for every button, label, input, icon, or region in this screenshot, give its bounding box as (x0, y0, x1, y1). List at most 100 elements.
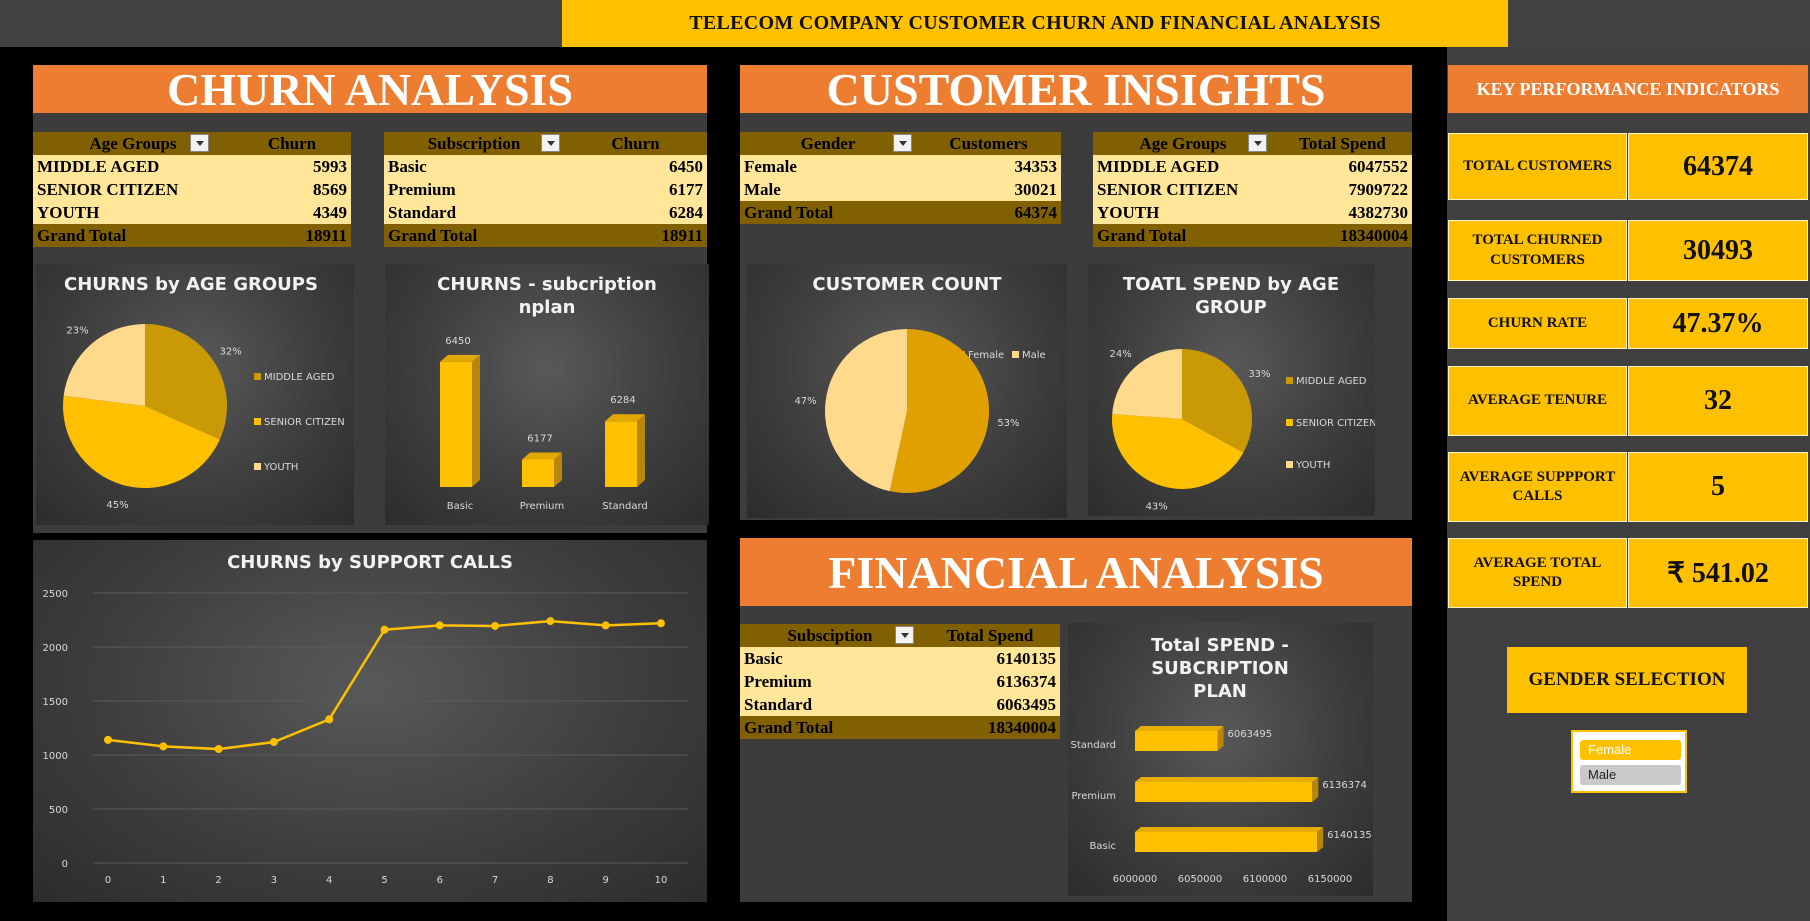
kpi-value: ₹ 541.02 (1628, 538, 1808, 608)
filter-dropdown-icon[interactable] (541, 134, 560, 152)
legend-swatch (254, 418, 261, 425)
filter-dropdown-icon[interactable] (895, 626, 914, 644)
gender-table: Gender Customers Female 34353 Male 30021 G… (740, 132, 1061, 224)
chart-svg: CUSTOMER COUNT 53% 47% Female Male (794, 274, 1046, 493)
x-tick-label: 6 (437, 875, 443, 886)
pivot-table: Age Groups Total Spend MIDDLE AGED 604755… (1093, 132, 1412, 247)
bar (1135, 731, 1218, 751)
row-value: 8569 (233, 178, 351, 201)
chart-title: GROUP (1195, 297, 1267, 318)
legend-swatch (254, 373, 261, 380)
total-label: Grand Total (740, 201, 916, 224)
col-header: Customers (916, 132, 1061, 155)
legend-label: Female (968, 350, 1004, 361)
data-point (159, 742, 168, 751)
row-label: Basic (384, 155, 564, 178)
kpi-title: KEY PERFORMANCE INDICATORS (1448, 65, 1808, 113)
x-tick-label: 0 (105, 875, 111, 886)
financial-analysis-title: FINANCIAL ANALYSIS (740, 538, 1412, 606)
data-point (325, 715, 334, 724)
x-tick-label: Basic (447, 501, 473, 512)
legend-swatch (254, 463, 261, 470)
legend-label: Male (1022, 350, 1046, 361)
kpi-label: TOTAL CUSTOMERS (1448, 133, 1627, 200)
legend-swatch (1286, 419, 1293, 426)
kpi-label: AVERAGE TOTAL SPEND (1448, 538, 1627, 608)
row-label: Female (740, 155, 916, 178)
slicer-option-female[interactable]: Female (1580, 740, 1681, 760)
y-tick-label: Premium (1072, 791, 1117, 802)
data-point (435, 621, 444, 630)
chart-title: CHURNS - subcription (437, 274, 657, 295)
y-tick-label: 1000 (43, 751, 68, 762)
pivot-table: Gender Customers Female 34353 Male 30021 G… (740, 132, 1061, 224)
col-header: Total Spend (920, 624, 1060, 647)
y-tick-label: Basic (1090, 841, 1116, 852)
row-value: 7909722 (1273, 178, 1412, 201)
pivot-table: Subsciption Total Spend Basic 6140135 Pre… (740, 624, 1060, 739)
kpi-label: AVERAGE TENURE (1448, 366, 1627, 436)
legend-label: SENIOR CITIZEN (264, 417, 345, 428)
series-line (107, 619, 662, 751)
filter-dropdown-icon[interactable] (1248, 134, 1267, 152)
bar (1135, 832, 1318, 852)
bar (440, 361, 472, 487)
row-label: Standard (740, 693, 920, 716)
support-calls-line-chart: CHURNS by SUPPORT CALLS 0 500 1000 1500 2000 2… (33, 540, 707, 902)
bar-side (637, 414, 645, 487)
legend-swatch (1286, 461, 1293, 468)
data-label: 33% (1248, 369, 1270, 380)
filter-dropdown-icon[interactable] (893, 134, 912, 152)
gender-selection-button[interactable]: GENDER SELECTION (1507, 647, 1747, 713)
legend-label: SENIOR CITIZEN (1296, 418, 1375, 429)
col-header: Subsciption (787, 625, 873, 645)
bar-top (1135, 827, 1324, 832)
total-label: Grand Total (740, 716, 920, 739)
row-value: 4349 (233, 201, 351, 224)
row-label: Standard (384, 201, 564, 224)
kpi-label: TOTAL CHURNED CUSTOMERS (1448, 220, 1627, 281)
chart-title: Total SPEND - (1151, 635, 1289, 656)
row-value: 34353 (916, 155, 1061, 178)
legend-swatch (1286, 377, 1293, 384)
row-value: 30021 (916, 178, 1061, 201)
slicer-option-male[interactable]: Male (1580, 765, 1681, 785)
data-point (546, 617, 555, 626)
y-tick-label: Standard (1071, 740, 1117, 751)
x-tick-label: 6000000 (1113, 874, 1158, 885)
total-label: Grand Total (1093, 224, 1273, 247)
x-tick-label: 9 (603, 875, 609, 886)
x-tick-label: 3 (271, 875, 277, 886)
row-label: Premium (384, 178, 564, 201)
row-label: Basic (740, 647, 920, 670)
customer-count-pie-chart: CUSTOMER COUNT 53% 47% Female Male (747, 264, 1067, 518)
kpi-label: AVERAGE SUPPPORT CALLS (1448, 452, 1627, 522)
legend-swatch (1012, 351, 1019, 358)
x-tick-label: Premium (520, 501, 565, 512)
filter-dropdown-icon[interactable] (190, 134, 209, 152)
kpi-value: 47.37% (1628, 298, 1808, 349)
row-value: 5993 (233, 155, 351, 178)
chart-title: CUSTOMER COUNT (812, 274, 1002, 295)
pivot-table: Subscription Churn Basic 6450 Premium 6177… (384, 132, 707, 247)
bar-top (1135, 777, 1319, 782)
kpi-value: 30493 (1628, 220, 1808, 281)
chart-svg: Total SPEND -SUBCRIPTIONPLAN 6063495 Stand… (1071, 635, 1372, 885)
x-tick-label: 2 (215, 875, 221, 886)
spend-sub-table: Subsciption Total Spend Basic 6140135 Pre… (740, 624, 1060, 739)
x-tick-label: 5 (381, 875, 387, 886)
data-label: 23% (66, 325, 88, 336)
row-value: 6063495 (920, 693, 1060, 716)
customer-insights-title: CUSTOMER INSIGHTS (740, 64, 1412, 115)
y-tick-label: 500 (49, 805, 68, 816)
churn-analysis-title: CHURN ANALYSIS (33, 64, 707, 115)
data-label: 6177 (527, 433, 552, 444)
kpi-value: 5 (1628, 452, 1808, 522)
data-label: 6284 (610, 395, 635, 406)
data-label: 24% (1109, 349, 1131, 360)
data-point (214, 745, 223, 754)
legend-label: MIDDLE AGED (1296, 376, 1367, 387)
kpi-value: 32 (1628, 366, 1808, 436)
y-tick-label: 1500 (43, 697, 68, 708)
bar (605, 421, 637, 487)
